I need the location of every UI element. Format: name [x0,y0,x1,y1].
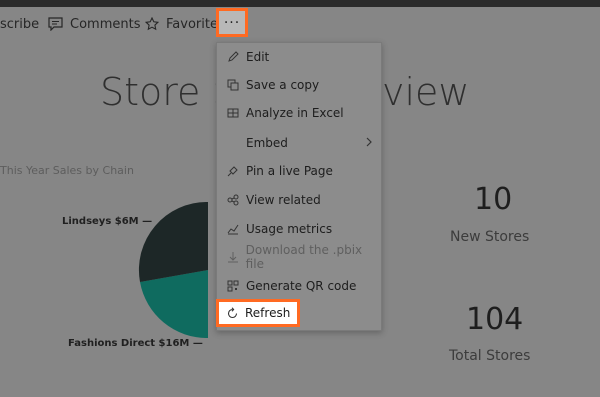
favorite-button[interactable]: Favorite [145,7,218,41]
chevron-right-icon [365,136,373,151]
menu-item-label: Analyze in Excel [246,106,344,120]
qr-icon [226,279,240,293]
pencil-icon [226,50,240,64]
menu-item-view-related[interactable]: View related [217,186,381,214]
menu-item-label: Usage metrics [246,222,333,236]
kpi-new-stores-label: New Stores [450,229,530,245]
top-strip [0,0,600,7]
menu-item-save-copy[interactable]: Save a copy [217,71,381,99]
pie-label-fashions-direct: Fashions Direct $16M — [68,338,203,349]
menu-item-label: Edit [246,50,270,64]
menu-item-pin-live-page[interactable]: Pin a live Page [217,157,381,185]
more-options-menu: Edit Save a copy Analyze in Excel Embed … [216,42,382,331]
metrics-icon [226,222,240,236]
pie-label-lindseys: Lindseys $6M — [62,216,153,227]
menu-item-generate-qr[interactable]: Generate QR code [217,272,381,300]
related-icon [226,193,240,207]
menu-item-embed[interactable]: Embed [217,129,381,157]
menu-item-label: Embed [246,136,288,150]
comments-button[interactable]: Comments [48,7,140,41]
chart-title: This Year Sales by Chain [0,164,134,177]
menu-item-analyze-excel[interactable]: Analyze in Excel [217,99,381,127]
excel-icon [226,106,240,120]
kpi-total-stores-value: 104 [466,302,524,337]
menu-item-label: Refresh [245,306,291,320]
comment-icon [48,17,63,31]
favorite-label: Favorite [166,16,218,32]
menu-item-download-pbix[interactable]: Download the .pbix file [217,243,381,271]
copy-icon [226,78,240,92]
menu-item-label: Generate QR code [246,279,357,293]
comments-label: Comments [70,16,141,32]
menu-item-label: View related [246,193,321,207]
menu-item-label: Download the .pbix file [245,243,363,271]
menu-item-label: Pin a live Page [246,164,333,178]
more-options-button[interactable]: ··· [216,8,248,37]
report-toolbar: scribe Comments Favorite [0,7,600,41]
pie-slice-fashions-direct [140,270,208,338]
subscribe-button[interactable]: scribe [0,7,39,41]
star-icon [145,17,159,31]
kpi-new-stores-value: 10 [474,182,513,217]
download-icon [226,250,240,264]
refresh-icon [225,306,239,320]
ellipsis-icon: ··· [223,14,241,31]
menu-item-usage-metrics[interactable]: Usage metrics [217,215,381,243]
pin-icon [226,164,240,178]
menu-item-edit[interactable]: Edit [217,43,381,71]
subscribe-label: scribe [0,16,40,32]
kpi-total-stores-label: Total Stores [449,348,531,364]
menu-item-label: Save a copy [246,78,320,92]
menu-item-refresh[interactable]: Refresh [216,299,300,327]
pie-slice-lindseys [138,202,208,282]
report-title-part2: view [382,70,470,114]
